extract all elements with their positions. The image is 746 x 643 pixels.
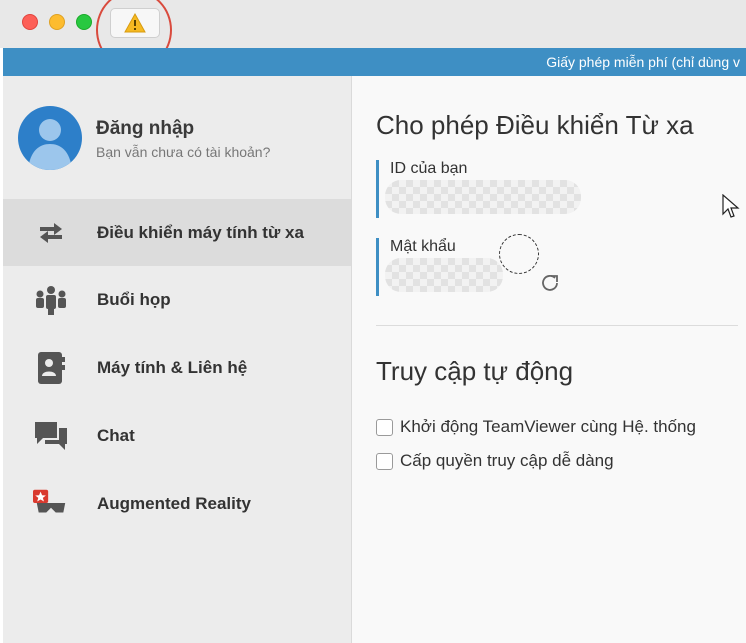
chat-icon [33, 418, 69, 454]
sidebar-item-remote-control[interactable]: Điều khiển máy tính từ xa [3, 199, 351, 266]
sidebar-item-label: Buổi họp [97, 289, 171, 309]
sidebar-item-meeting[interactable]: Buổi họp [3, 266, 351, 333]
sidebar-item-computers-contacts[interactable]: Máy tính & Liên hệ [3, 334, 351, 401]
auto-access-heading: Truy cập tự động [376, 356, 574, 386]
easy-access-checkbox[interactable] [376, 452, 393, 470]
your-id-field: ID của bạn [376, 160, 619, 218]
your-id-label: ID của bạn [390, 160, 468, 177]
sidebar-item-label: Điều khiển máy tính từ xa [97, 222, 304, 242]
augmented-reality-icon [33, 486, 69, 522]
password-value-redacted[interactable] [385, 258, 503, 292]
license-banner: Giấy phép miễn phí (chỉ dùng v [3, 48, 746, 76]
sidebar-item-label: Máy tính & Liên hệ [97, 357, 248, 377]
remote-arrows-icon [33, 215, 69, 251]
close-window-button[interactable] [22, 14, 38, 30]
sign-in-label[interactable]: Đăng nhập [96, 118, 194, 140]
refresh-password-icon[interactable] [539, 272, 561, 294]
password-label: Mật khẩu [390, 238, 456, 255]
easy-access-option[interactable]: Cấp quyền truy cập dễ dàng [376, 451, 614, 471]
minimize-window-button[interactable] [49, 14, 65, 30]
start-with-system-label[interactable]: Khởi động TeamViewer cùng Hệ. thống [400, 417, 696, 437]
account-section[interactable]: Đăng nhập Bạn vẫn chưa có tài khoản? [3, 76, 351, 196]
user-avatar-icon[interactable] [18, 106, 82, 170]
password-field: Mật khẩu [376, 234, 619, 296]
sidebar-item-chat[interactable]: Chat [3, 402, 351, 469]
license-banner-text: Giấy phép miễn phí (chỉ dùng v [546, 54, 740, 70]
your-id-value-redacted[interactable] [385, 180, 581, 214]
loading-spinner-icon [499, 234, 539, 274]
easy-access-label[interactable]: Cấp quyền truy cập dễ dàng [400, 451, 614, 471]
start-with-system-option[interactable]: Khởi động TeamViewer cùng Hệ. thống [376, 417, 696, 437]
start-with-system-checkbox[interactable] [376, 418, 393, 436]
section-divider [376, 325, 738, 326]
zoom-window-button[interactable] [76, 14, 92, 30]
no-account-label: Bạn vẫn chưa có tài khoản? [96, 144, 271, 160]
meeting-icon [33, 282, 69, 318]
sidebar: Đăng nhập Bạn vẫn chưa có tài khoản? Điề… [3, 76, 352, 643]
sidebar-item-label: Chat [97, 425, 135, 445]
sidebar-item-augmented-reality[interactable]: Augmented Reality [3, 470, 351, 537]
remote-control-heading: Cho phép Điều khiển Từ xa [376, 110, 694, 140]
contacts-icon [33, 350, 69, 386]
mouse-pointer-icon [722, 194, 740, 218]
title-bar [0, 0, 746, 70]
sidebar-item-label: Augmented Reality [97, 493, 251, 513]
main-content: Cho phép Điều khiển Từ xa ID của bạn Mật… [352, 76, 746, 643]
